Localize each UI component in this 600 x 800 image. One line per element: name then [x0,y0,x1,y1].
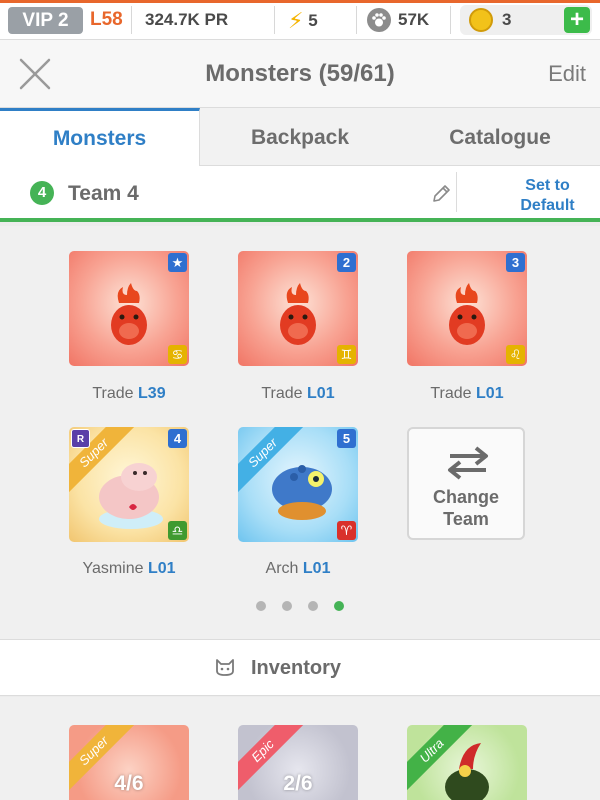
inventory-header[interactable]: Inventory [0,640,600,696]
status-bar: VIP 2 L58 324.7K PR ⚡ 5 57K 3 + [0,0,600,40]
change-team-button[interactable]: Change Team [407,427,525,540]
zodiac-icon: ♊ [337,345,356,364]
tab-backpack[interactable]: Backpack [200,108,400,166]
tab-catalogue[interactable]: Catalogue [400,108,600,166]
add-coins-button[interactable]: + [564,7,590,33]
monster-card[interactable]: Super 5 ♈ [238,427,358,542]
rare-badge: R [71,429,90,448]
top-accent-line [0,0,600,3]
monster-card[interactable]: ★ ♋ [69,251,189,366]
monster-card[interactable]: Super R 4 ♎ [69,427,189,542]
page-dot[interactable] [282,601,292,611]
divider [450,6,451,34]
coin-count: 3 [502,10,512,29]
lightning-icon: ⚡ [288,8,304,33]
slot-star-badge: ★ [168,253,187,272]
change-team-label: Change Team [432,487,499,529]
paw-currency: 57K [398,10,430,29]
inventory-item[interactable]: Ultra [407,725,527,800]
team-bar: 4 Team 4 Set to Default [0,166,600,222]
page-title: Monsters (59/61) [205,60,395,87]
slot-number-badge: 4 [168,429,187,448]
zodiac-icon: ♎ [168,521,187,540]
monster-label: Trade L01 [261,385,335,402]
rename-team-button[interactable] [430,183,452,210]
monster-card[interactable]: 2 ♊ [238,251,358,366]
monster-grid: ★ ♋ Trade L39 2 ♊ Trade L01 3 ♌ Trade L0… [0,226,600,640]
energy-value: 5 [308,11,318,30]
divider [131,6,132,34]
divider [274,6,275,34]
monster-label: Trade L39 [92,385,166,402]
inventory-label: Inventory [251,657,342,679]
team-number-badge: 4 [30,181,54,205]
zodiac-icon: ♋ [168,345,187,364]
item-count: 4/6 [114,772,144,795]
slot-number-badge: 5 [337,429,356,448]
paw-icon [367,8,391,32]
coin-icon [469,8,493,32]
slot-number-badge: 3 [506,253,525,272]
pencil-icon [433,185,450,202]
monster-label: Trade L01 [430,385,504,402]
monster-card[interactable]: 3 ♌ [407,251,527,366]
zodiac-icon: ♌ [506,345,525,364]
set-default-button[interactable]: Set to Default [490,176,600,216]
player-level: L58 [90,9,123,30]
page-dot[interactable] [256,601,266,611]
slot-number-badge: 2 [337,253,356,272]
nav-header: Monsters (59/61) Edit [0,40,600,108]
tab-bar: Monsters Backpack Catalogue [0,108,600,166]
edit-button[interactable]: Edit [548,61,586,87]
zodiac-icon: ♈ [337,521,356,540]
close-button[interactable] [18,57,52,91]
monster-label: Arch L01 [265,560,331,577]
page-dot[interactable] [308,601,318,611]
cat-face-icon [216,659,234,676]
vip-badge[interactable]: VIP 2 [8,7,83,34]
team-name: Team 4 [68,182,139,205]
monster-label: Yasmine L01 [82,560,176,577]
inventory-item[interactable]: Super 4/6 [69,725,189,800]
swap-arrows-icon [448,446,488,480]
tab-monsters[interactable]: Monsters [0,108,200,166]
divider [356,6,357,34]
inventory-grid: Super 4/6 Epic 2/6 Ultra [0,697,600,800]
page-dot-active[interactable] [334,601,344,611]
item-count: 2/6 [283,772,313,795]
divider [456,172,457,212]
energy-counter[interactable]: ⚡ 5 [288,8,318,34]
coin-currency[interactable]: 3 + [460,5,592,35]
inventory-item[interactable]: Epic 2/6 [238,725,358,800]
close-icon [19,58,51,90]
power-rating: 324.7K PR [145,10,229,29]
